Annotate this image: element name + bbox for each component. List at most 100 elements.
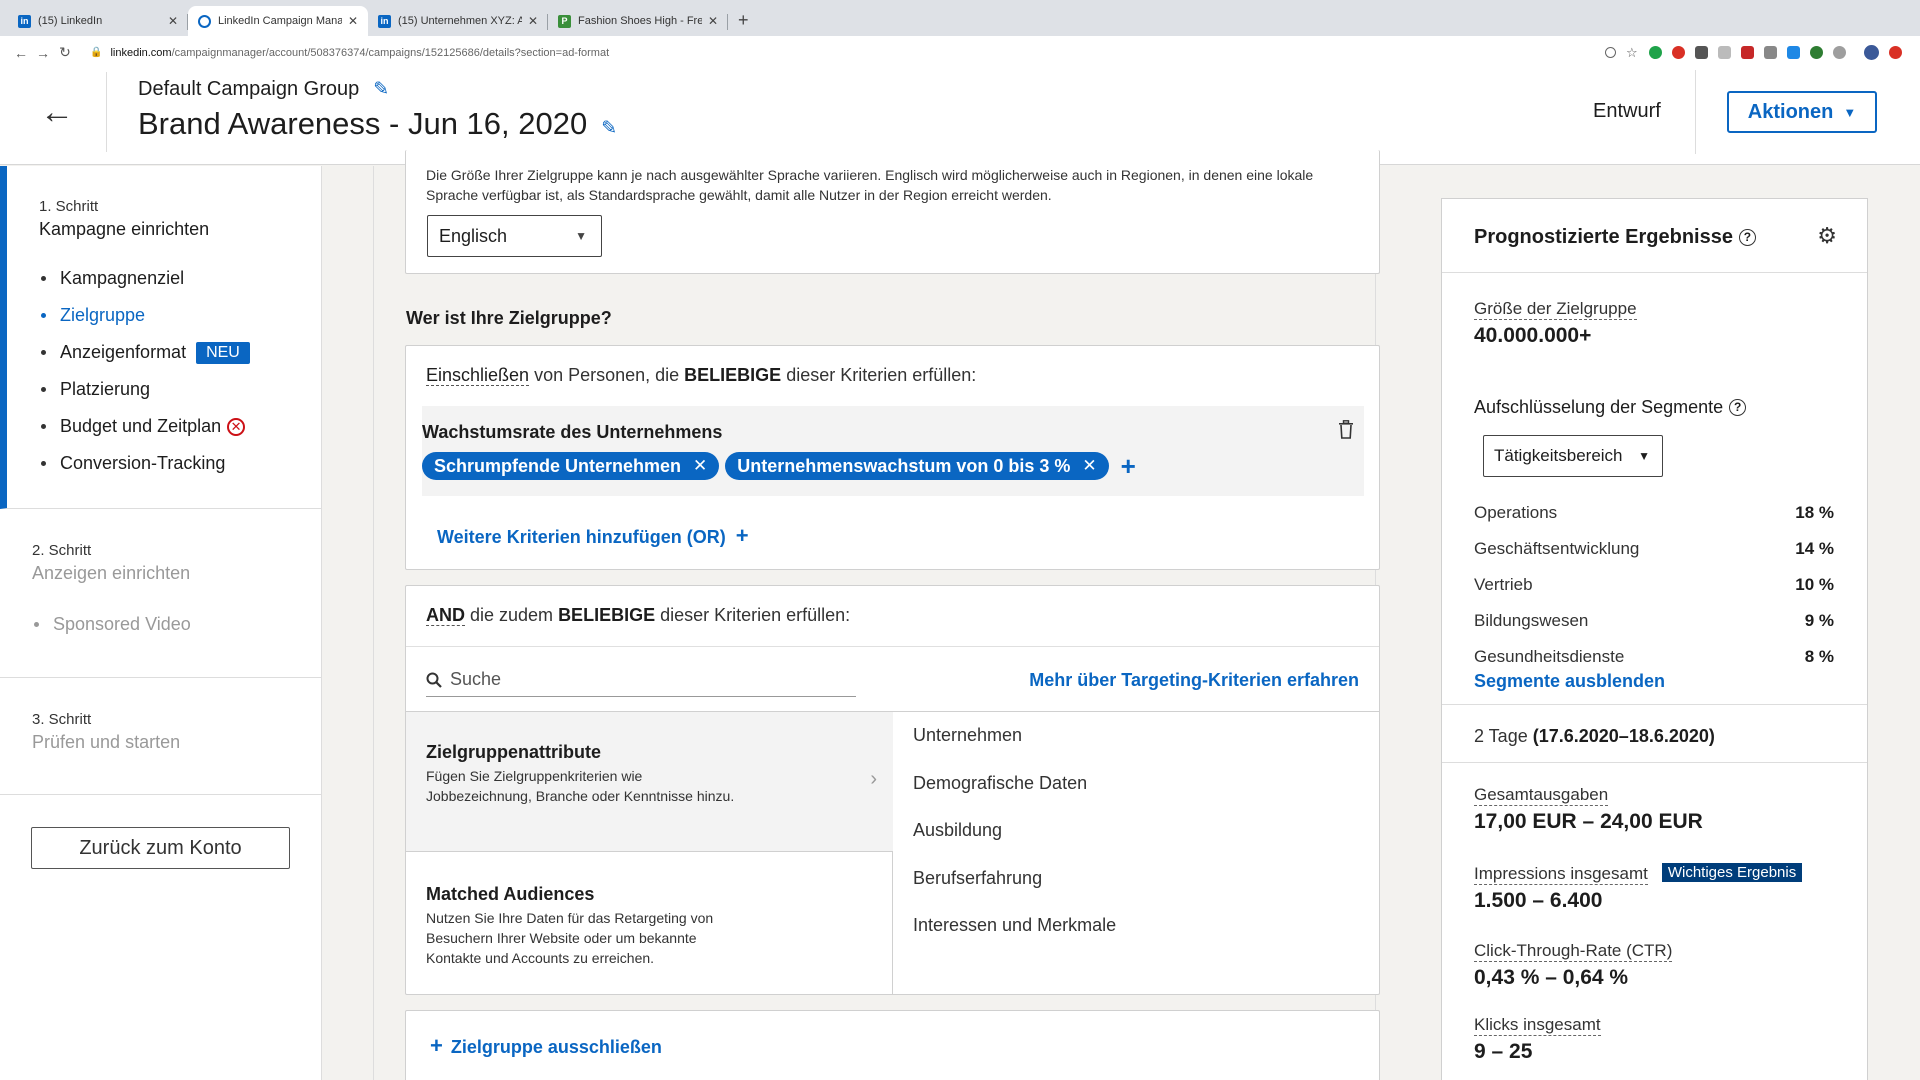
star-icon[interactable]: ☆ [1626, 46, 1639, 59]
close-icon[interactable]: ✕ [708, 14, 718, 28]
sidebar-item-zielgruppe[interactable]: Zielgruppe [39, 297, 322, 334]
browser-tab-campaign-manager[interactable]: LinkedIn Campaign Manager ✕ [188, 6, 368, 36]
metric-label[interactable]: Impressions insgesamt [1474, 864, 1648, 885]
step-title: Anzeigen einrichten [32, 563, 191, 583]
attribute-desc: Nutzen Sie Ihre Daten für das Retargetin… [426, 910, 714, 966]
close-icon[interactable]: ✕ [1082, 456, 1096, 476]
hide-segments-link[interactable]: Segmente ausblenden [1474, 671, 1665, 692]
back-arrow-icon[interactable]: ← [10, 45, 32, 61]
segment-select-value: Tätigkeitsbereich [1494, 446, 1623, 465]
add-more-criteria-link[interactable]: Weitere Kriterien hinzufügen (OR) + [437, 523, 749, 549]
browser-tab-company-admin[interactable]: in (15) Unternehmen XYZ: Admin ✕ [368, 6, 548, 36]
include-keyword[interactable]: Einschließen [426, 365, 530, 386]
pencil-icon[interactable]: ✎ [373, 79, 389, 100]
help-icon[interactable]: ? [1738, 229, 1756, 246]
forecast-duration: 2 Tage (17.6.2020–18.6.2020) [1442, 705, 1867, 763]
back-to-account-button[interactable]: Zurück zum Konto [31, 827, 290, 869]
chip-label: Unternehmenswachstum von 0 bis 3 % [737, 455, 1071, 476]
search-input[interactable]: Suche [426, 663, 856, 697]
segment-row: Bildungswesen 9 % [1474, 611, 1834, 631]
extension-icon[interactable] [1787, 46, 1800, 59]
actions-button[interactable]: Aktionen ▼ [1727, 91, 1877, 133]
avatar[interactable] [1864, 45, 1879, 60]
extension-icon[interactable] [1889, 46, 1902, 59]
language-note: Die Größe Ihrer Zielgruppe kann je nach … [426, 167, 1314, 203]
audience-size-label[interactable]: Größe der Zielgruppe [1474, 299, 1637, 320]
metric-label[interactable]: Klicks insgesamt [1474, 1015, 1601, 1036]
facet-group: Wachstumsrate des Unternehmens Schrumpfe… [422, 406, 1364, 496]
forecast-title: Prognostizierte Ergebnisse? [1474, 226, 1756, 249]
close-icon[interactable]: ✕ [168, 14, 178, 28]
close-icon[interactable]: ✕ [693, 456, 707, 476]
segment-select[interactable]: Tätigkeitsbereich ▼ [1483, 435, 1663, 477]
close-icon[interactable]: ✕ [348, 14, 358, 28]
pencil-icon[interactable]: ✎ [601, 118, 617, 139]
extension-icon[interactable] [1764, 46, 1777, 59]
key-result-badge: Wichtiges Ergebnis [1661, 863, 1803, 882]
extension-icon[interactable] [1672, 46, 1685, 59]
browser-tab-fashion-shoes[interactable]: P Fashion Shoes High - Free pho ✕ [548, 6, 728, 36]
segment-pct: 14 % [1795, 539, 1834, 558]
extension-icon[interactable] [1718, 46, 1731, 59]
extension-icon[interactable] [1833, 46, 1846, 59]
language-card: Die Größe Ihrer Zielgruppe kann je nach … [405, 150, 1380, 274]
category-item[interactable]: Demografische Daten [913, 760, 1116, 808]
segment-row: Operations 18 % [1474, 503, 1834, 523]
category-item[interactable]: Ausbildung [913, 807, 1116, 855]
category-item[interactable]: Berufserfahrung [913, 855, 1116, 903]
step-title: Prüfen und starten [32, 732, 181, 752]
extension-icon[interactable] [1810, 46, 1823, 59]
forecast-header: Prognostizierte Ergebnisse? ⚙ [1442, 199, 1867, 273]
and-keyword[interactable]: AND [426, 605, 465, 626]
sidebar-item-label: Platzierung [60, 379, 151, 399]
step-number: 1. Schritt [39, 198, 99, 215]
extension-icon[interactable] [1695, 46, 1708, 59]
sidebar-item-sponsored-video[interactable]: Sponsored Video [32, 606, 322, 643]
tab-title: (15) LinkedIn [38, 15, 103, 27]
zoom-icon[interactable] [1605, 47, 1616, 58]
category-item[interactable]: Interessen und Merkmale [913, 902, 1116, 950]
forward-arrow-icon[interactable]: → [32, 45, 54, 61]
attribute-matched-audiences[interactable]: Matched Audiences Nutzen Sie Ihre Daten … [406, 853, 893, 994]
chip-shrinking-companies[interactable]: Schrumpfende Unternehmen ✕ [422, 452, 720, 480]
exclude-audience-link[interactable]: + Zielgruppe ausschließen [430, 1033, 662, 1059]
plus-icon[interactable]: + [1121, 453, 1136, 479]
metric-label[interactable]: Gesamtausgaben [1474, 785, 1609, 806]
sidebar-item-kampagnenziel[interactable]: Kampagnenziel [39, 260, 322, 297]
category-item[interactable]: Unternehmen [913, 712, 1116, 760]
lock-icon: 🔒 [90, 47, 103, 58]
trash-icon[interactable] [1338, 420, 1354, 439]
help-icon[interactable]: ? [1729, 399, 1747, 416]
chevron-right-icon: › [870, 768, 877, 790]
back-arrow-icon[interactable]: ← [40, 92, 74, 132]
metric-value: 0,43 % – 0,64 % [1474, 966, 1629, 989]
new-tab-button[interactable]: + [738, 6, 749, 36]
extension-icon[interactable] [1649, 46, 1662, 59]
sidebar-item-platzierung[interactable]: Platzierung [39, 371, 322, 408]
browser-tab-linkedin[interactable]: in (15) LinkedIn ✕ [8, 6, 188, 36]
metric-value: 17,00 EUR – 24,00 EUR [1474, 810, 1703, 833]
reload-icon[interactable]: ↻ [54, 44, 76, 61]
chip-growth-0-3[interactable]: Unternehmenswachstum von 0 bis 3 % ✕ [725, 452, 1109, 480]
search-icon [426, 672, 442, 688]
sidebar-item-anzeigenformat[interactable]: Anzeigenformat NEU [39, 334, 322, 371]
segment-row: Vertrieb 10 % [1474, 575, 1834, 595]
close-icon[interactable]: ✕ [528, 14, 538, 28]
facet-title: Wachstumsrate des Unternehmens [422, 422, 723, 442]
metric-clicks: Klicks insgesamt 9 – 25 [1474, 1015, 1601, 1064]
extension-icon[interactable] [1741, 46, 1754, 59]
language-select[interactable]: Englisch ▼ [427, 215, 602, 257]
campaign-title: Brand Awareness - Jun 16, 2020 ✎ [138, 106, 617, 142]
learn-targeting-link[interactable]: Mehr über Targeting-Kriterien erfahren [1029, 670, 1359, 691]
attribute-audience-attributes[interactable]: Zielgruppenattribute Fügen Sie Zielgrupp… [406, 712, 893, 852]
gear-icon[interactable]: ⚙ [1817, 223, 1837, 249]
segment-name: Operations [1474, 503, 1558, 522]
metric-label[interactable]: Click-Through-Rate (CTR) [1474, 941, 1673, 962]
new-badge: NEU [196, 341, 250, 364]
sidebar-item-conversion-tracking[interactable]: Conversion-Tracking [39, 445, 322, 482]
status-label: Entwurf [1593, 100, 1661, 122]
sidebar-item-budget[interactable]: Budget und Zeitplan ✕ [39, 408, 322, 445]
forecast-panel: Prognostizierte Ergebnisse? ⚙ Größe der … [1441, 198, 1868, 1080]
forecast-audience-section: Größe der Zielgruppe 40.000.000+ Aufschl… [1442, 273, 1867, 705]
metric-ctr: Click-Through-Rate (CTR) 0,43 % – 0,64 % [1474, 941, 1673, 990]
